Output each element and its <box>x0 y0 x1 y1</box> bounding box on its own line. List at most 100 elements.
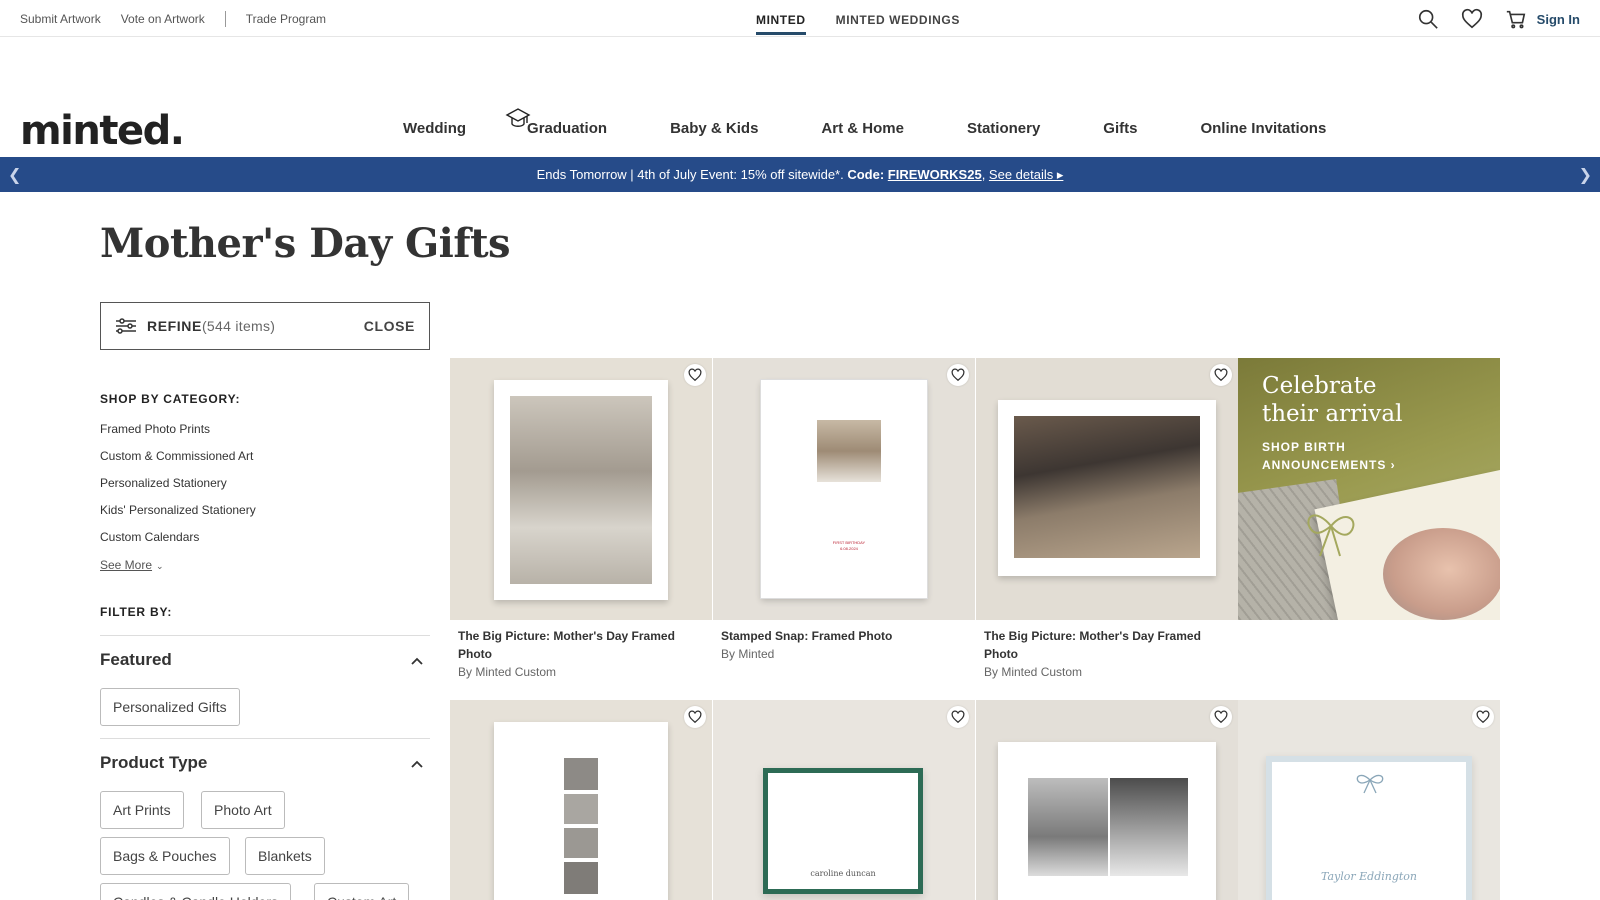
product-tile[interactable] <box>976 700 1238 900</box>
stationery-card-image: caroline duncan <box>763 768 923 894</box>
stamp-caption: FIRST BIRTHDAY 6.08.2024 <box>827 540 871 552</box>
product-designer: By Minted Custom <box>458 665 557 679</box>
heart-icon <box>1214 710 1228 724</box>
nav-stationery[interactable]: Stationery <box>967 120 1040 137</box>
product-tile[interactable] <box>976 358 1238 620</box>
heart-icon <box>951 710 965 724</box>
promo-message: Ends Tomorrow | 4th of July Event: 15% o… <box>0 167 1600 183</box>
product-designer: By Minted <box>721 647 775 661</box>
chip-custom-art[interactable]: Custom Art <box>314 883 410 900</box>
graduation-cap-icon <box>505 108 531 127</box>
promo-cta-line: ANNOUNCEMENTS › <box>1262 458 1396 472</box>
filter-by-heading: FILTER BY: <box>100 605 173 619</box>
chip-bags-pouches[interactable]: Bags & Pouches <box>100 837 230 875</box>
category-kids-personalized-stationery[interactable]: Kids' Personalized Stationery <box>100 503 256 530</box>
bw-photo <box>1028 778 1108 876</box>
submit-artwork-link[interactable]: Submit Artwork <box>20 12 101 26</box>
product-designer: By Minted Custom <box>984 665 1083 679</box>
product-tile[interactable]: caroline duncan <box>713 700 975 900</box>
card-name: Taylor Eddington <box>1320 870 1418 883</box>
photo-strip-image <box>564 758 598 790</box>
nav-graduation[interactable]: Graduation <box>505 108 608 137</box>
tab-minted-weddings[interactable]: MINTED WEDDINGS <box>836 13 960 35</box>
utility-divider <box>224 11 226 27</box>
product-title[interactable]: The Big Picture: Mother's Day Framed Pho… <box>458 627 708 663</box>
favorite-button[interactable] <box>1472 706 1494 728</box>
favorite-button[interactable] <box>1210 364 1232 386</box>
product-tile[interactable] <box>450 358 712 620</box>
promo-details-link[interactable]: See details ▸ <box>989 167 1063 182</box>
category-personalized-stationery[interactable]: Personalized Stationery <box>100 476 256 503</box>
refine-label: REFINE <box>147 318 202 334</box>
filter-divider <box>100 738 430 739</box>
vote-on-artwork-link[interactable]: Vote on Artwork <box>121 12 205 26</box>
filter-divider <box>100 635 430 636</box>
promo-code[interactable]: FIREWORKS25 <box>888 167 982 182</box>
nav-graduation-label: Graduation <box>527 120 608 137</box>
chevron-up-icon[interactable] <box>410 656 424 666</box>
shop-birth-announcements-link[interactable]: SHOP BIRTH ANNOUNCEMENTS › <box>1262 438 1396 474</box>
heart-icon <box>688 368 702 382</box>
favorite-button[interactable] <box>947 364 969 386</box>
nav-art-home[interactable]: Art & Home <box>821 120 904 137</box>
facet-featured-title[interactable]: Featured <box>100 650 172 670</box>
product-tile[interactable]: FIRST BIRTHDAY 6.08.2024 <box>713 358 975 620</box>
favorite-button[interactable] <box>1210 706 1232 728</box>
minted-logo[interactable]: minted. <box>20 108 185 154</box>
nav-gifts[interactable]: Gifts <box>1103 120 1137 137</box>
favorite-button[interactable] <box>684 706 706 728</box>
bow-illustration <box>1307 514 1355 557</box>
close-refine-button[interactable]: CLOSE <box>364 318 415 334</box>
chip-art-prints[interactable]: Art Prints <box>100 791 184 829</box>
framed-print-image <box>494 722 668 900</box>
nav-online-invitations[interactable]: Online Invitations <box>1200 120 1326 137</box>
facet-product-type-title[interactable]: Product Type <box>100 753 207 773</box>
chip-blankets[interactable]: Blankets <box>245 837 325 875</box>
sliders-icon <box>116 318 136 334</box>
favorite-button[interactable] <box>947 706 969 728</box>
category-framed-photo-prints[interactable]: Framed Photo Prints <box>100 422 256 449</box>
family-photo <box>510 396 652 584</box>
promo-text: Ends Tomorrow | 4th of July Event: 15% o… <box>536 167 848 182</box>
chip-photo-art[interactable]: Photo Art <box>201 791 285 829</box>
trade-program-link[interactable]: Trade Program <box>246 12 326 26</box>
bow-illustration <box>1356 774 1384 794</box>
chip-candles-candle-holders[interactable]: Candles & Candle Holders <box>100 883 291 900</box>
birth-announcements-promo[interactable]: Celebrate their arrival SHOP BIRTH ANNOU… <box>1238 358 1500 620</box>
baby-photo <box>817 420 881 482</box>
tab-minted[interactable]: MINTED <box>756 13 806 35</box>
chevron-up-icon[interactable] <box>410 759 424 769</box>
nav-baby-kids[interactable]: Baby & Kids <box>670 120 758 137</box>
photo-strip-image <box>564 794 598 824</box>
category-list: Framed Photo Prints Custom & Commissione… <box>100 422 256 557</box>
search-icon[interactable] <box>1417 8 1439 30</box>
family-photo <box>1014 416 1200 558</box>
heart-icon[interactable] <box>1461 8 1483 30</box>
bw-photo <box>1110 778 1188 876</box>
category-custom-calendars[interactable]: Custom Calendars <box>100 530 256 557</box>
sign-in-link[interactable]: Sign In <box>1537 12 1580 27</box>
refine-toggle[interactable]: REFINE (544 items) CLOSE <box>100 302 430 350</box>
stationery-card-image: Taylor Eddington <box>1266 756 1472 900</box>
main-nav: Wedding Graduation Baby & Kids Art & Hom… <box>403 108 1389 137</box>
promo-code-label: Code: <box>847 167 888 182</box>
framed-print-image <box>998 742 1216 900</box>
site-tabs: MINTED MINTED WEDDINGS <box>756 13 990 35</box>
heart-icon <box>951 368 965 382</box>
category-custom-commissioned-art[interactable]: Custom & Commissioned Art <box>100 449 256 476</box>
favorite-button[interactable] <box>684 364 706 386</box>
cart-icon[interactable] <box>1505 8 1527 30</box>
promo-next-icon[interactable]: ❯ <box>1579 165 1592 185</box>
product-tile[interactable]: Taylor Eddington <box>1238 700 1500 900</box>
framed-print-image <box>998 400 1216 576</box>
page-title: Mother's Day Gifts <box>100 220 511 267</box>
product-tile[interactable] <box>450 700 712 900</box>
promo-banner: ❮ Ends Tomorrow | 4th of July Event: 15%… <box>0 157 1600 192</box>
product-title[interactable]: Stamped Snap: Framed Photo <box>721 627 971 645</box>
heart-icon <box>1476 710 1490 724</box>
nav-wedding[interactable]: Wedding <box>403 120 466 137</box>
chip-personalized-gifts[interactable]: Personalized Gifts <box>100 688 240 726</box>
product-title[interactable]: The Big Picture: Mother's Day Framed Pho… <box>984 627 1234 663</box>
promo-cta-line: SHOP BIRTH <box>1262 440 1346 454</box>
see-more-link[interactable]: See More ⌄ <box>100 558 164 572</box>
